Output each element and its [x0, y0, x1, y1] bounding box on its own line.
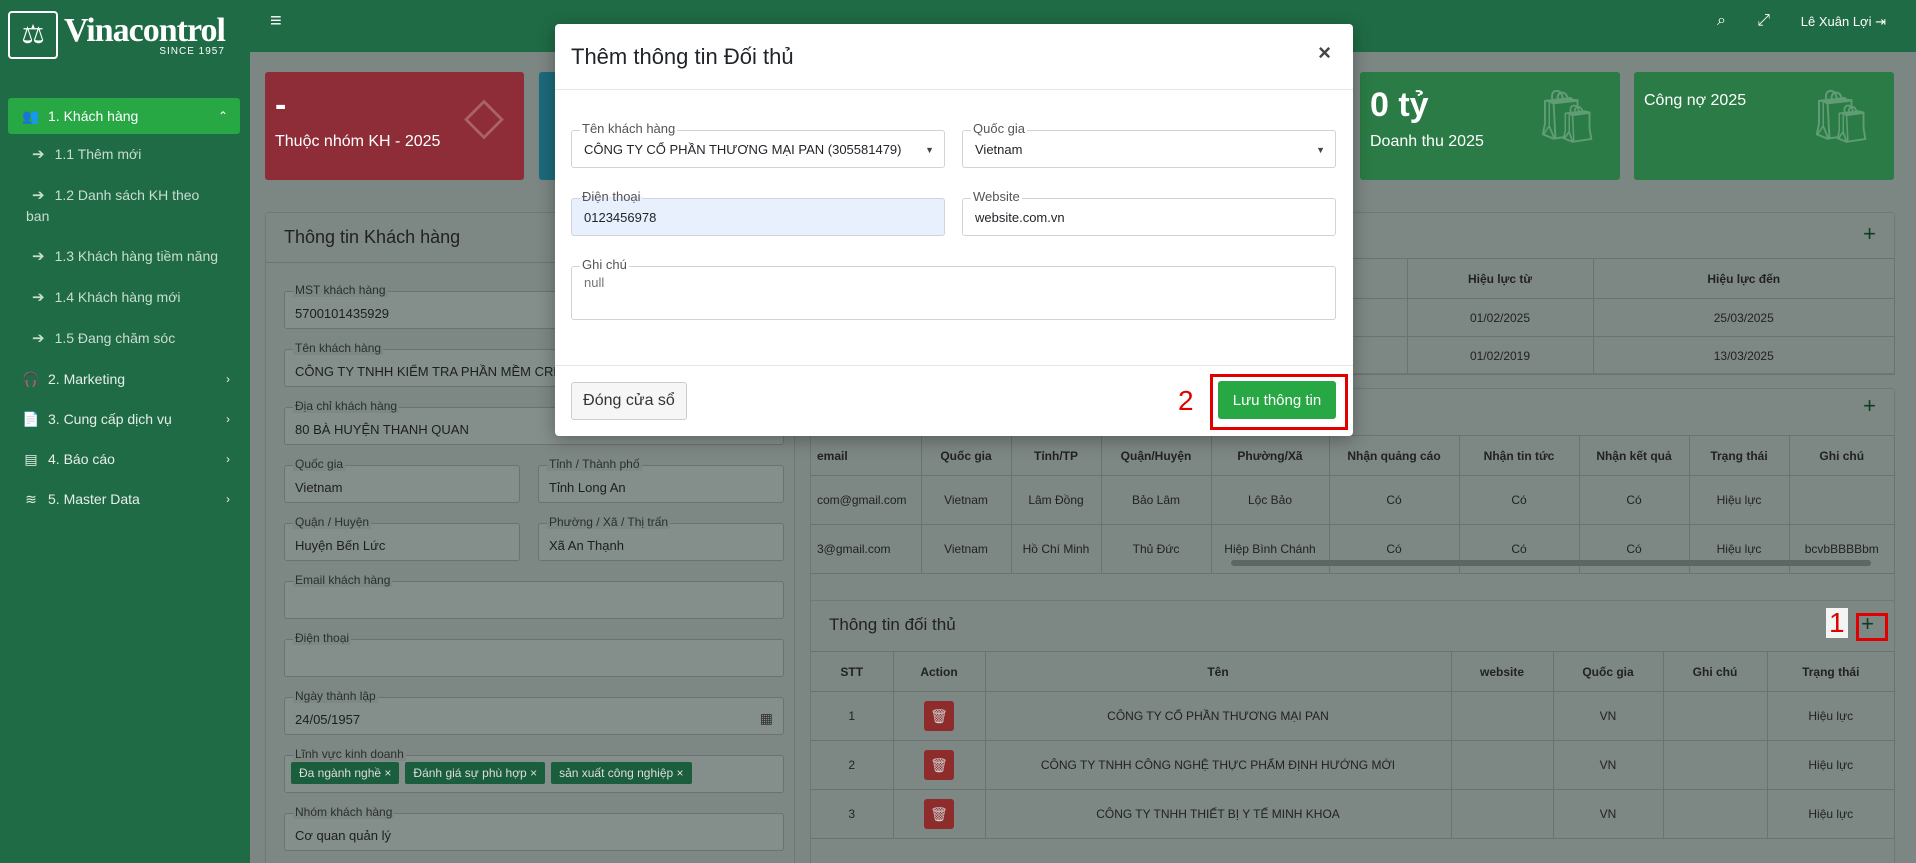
add-icon[interactable]: +	[1863, 393, 1876, 419]
stat-tile-revenue: 0 tỷ Doanh thu 2025 🛍	[1360, 72, 1620, 180]
sidebar-item-khach-hang[interactable]: 👥 1. Khách hàng ⌃	[8, 98, 240, 134]
users-icon: 👥	[22, 107, 40, 124]
table-row: 1 🗑 CÔNG TY CỔ PHẦN THƯƠNG MẠI PAN VN Hiệu l…	[811, 691, 1895, 741]
arrow-right-icon: ➔	[32, 248, 45, 265]
arrow-right-icon: ➔	[32, 330, 45, 347]
business-tag[interactable]: Đa ngành nghề ×	[291, 762, 400, 784]
country-select[interactable]: Quốc gia Vietnam ▼	[962, 121, 1336, 168]
sidebar-item-label: 1. Khách hàng	[48, 108, 139, 124]
chevron-up-icon: ⌃	[217, 109, 228, 123]
phone-input[interactable]: Điện thoại 0123456978	[571, 189, 945, 236]
stat-tile-debt: Công nợ 2025 🛍	[1634, 72, 1894, 180]
trash-icon[interactable]: 🗑	[924, 701, 954, 731]
sidebar-item-label: 3. Cung cấp dịch vụ	[48, 411, 172, 427]
table-row: com@gmail.com Vietnam Lâm Đồng Bảo Lâm Lộc B…	[811, 475, 1895, 525]
phone-field[interactable]: Điện thoại	[284, 631, 784, 677]
scales-icon: ⚖	[8, 11, 58, 59]
note-input[interactable]	[584, 275, 1325, 315]
shopping-bag-icon: 🛍	[1533, 88, 1600, 146]
chevron-right-icon: ›	[226, 412, 230, 426]
sidebar-subitem-tiem-nang[interactable]: ➔ 1.3 Khách hàng tiềm năng	[0, 236, 250, 277]
sidebar-item-bao-cao[interactable]: ▤ 4. Báo cáo ›	[0, 439, 250, 479]
chevron-right-icon: ›	[226, 492, 230, 506]
sidebar-item-label: 4. Báo cáo	[48, 451, 115, 467]
add-competitor-modal: Thêm thông tin Đối thủ × Tên khách hàng …	[555, 24, 1353, 436]
sidebar-item-dich-vu[interactable]: 📄 3. Cung cấp dịch vụ ›	[0, 399, 250, 439]
sidebar-subitem-khach-hang-moi[interactable]: ➔ 1.4 Khách hàng mới	[0, 277, 250, 318]
country-select[interactable]: Quốc gia Vietnam	[284, 457, 520, 503]
sidebar-item-label: 2. Marketing	[48, 371, 126, 387]
business-tag[interactable]: sản xuất công nghiệp ×	[551, 762, 692, 784]
close-window-button[interactable]: Đóng cửa sổ	[571, 382, 687, 420]
database-icon: ≋	[25, 490, 37, 507]
customer-name-select[interactable]: Tên khách hàng CÔNG TY CỔ PHẦN THƯƠNG MẠ…	[571, 121, 945, 168]
annotation-step-1: 1	[1826, 608, 1848, 638]
modal-header: Thêm thông tin Đối thủ ×	[555, 24, 1353, 90]
sidebar-item-master-data[interactable]: ≋ 5. Master Data ›	[0, 479, 250, 519]
brand-logo[interactable]: ⚖ Vinacontrol SINCE 1957	[0, 0, 250, 70]
annotation-highlight-add	[1856, 613, 1888, 641]
website-input[interactable]: Website website.com.vn	[962, 189, 1336, 236]
province-select[interactable]: Tỉnh / Thành phố Tỉnh Long An	[538, 457, 784, 503]
table-row: 3 🗑 CÔNG TY TNHH THIẾT BỊ Y TẾ MINH KHOA VN…	[811, 789, 1895, 839]
sidebar-subitem-cham-soc[interactable]: ➔ 1.5 Đang chăm sóc	[0, 318, 250, 359]
business-tag[interactable]: Đánh giá sự phù hợp ×	[405, 762, 546, 784]
stat-tile-group: - Thuộc nhóm KH - 2025 ◇	[265, 72, 524, 180]
sidebar-menu: 👥 1. Khách hàng ⌃ ➔ 1.1 Thêm mới ➔ 1.2 Dan…	[0, 98, 250, 519]
modal-title: Thêm thông tin Đối thủ	[571, 44, 794, 69]
shopping-bag-icon: 🛍	[1807, 88, 1874, 146]
arrow-right-icon: ➔	[32, 187, 45, 204]
note-textarea[interactable]: Ghi chú	[571, 257, 1336, 320]
sidebar-subitem-danh-sach[interactable]: ➔ 1.2 Danh sách KH theo ban	[0, 175, 250, 236]
annotation-step-2: 2	[1175, 386, 1197, 416]
modal-footer: Đóng cửa sổ 2 Lưu thông tin	[555, 365, 1353, 436]
arrow-right-icon: ➔	[32, 289, 45, 306]
add-icon[interactable]: +	[1863, 221, 1876, 247]
sidebar-item-label: 5. Master Data	[48, 491, 140, 507]
headset-icon: 🎧	[22, 370, 40, 387]
logout-icon: ⇥	[1875, 14, 1886, 29]
competitor-panel: Thông tin đối thủ + STT Action Tên website Q…	[810, 600, 1895, 863]
file-icon: 📄	[22, 410, 40, 427]
search-icon[interactable]: ⌕	[1717, 12, 1726, 30]
calendar-icon[interactable]: ▦	[760, 710, 773, 727]
user-menu[interactable]: Lê Xuân Lợi ⇥	[1801, 14, 1886, 30]
competitor-table: STT Action Tên website Quốc gia Ghi chú Trạng …	[811, 651, 1895, 839]
horizontal-scrollbar[interactable]	[811, 557, 1894, 569]
sidebar-item-marketing[interactable]: 🎧 2. Marketing ›	[0, 359, 250, 399]
panel-title: Thông tin đối thủ	[829, 615, 956, 634]
trash-icon[interactable]: 🗑	[924, 750, 954, 780]
business-field[interactable]: Lĩnh vực kinh doanh Đa ngành nghề × Đánh …	[284, 747, 784, 793]
table-row: 2 🗑 CÔNG TY TNHH CÔNG NGHỆ THỰC PHẨM ĐỊNH …	[811, 740, 1895, 790]
hamburger-icon[interactable]: ≡	[270, 10, 282, 33]
sidebar-subitem-them-moi[interactable]: ➔ 1.1 Thêm mới	[0, 134, 250, 175]
fullscreen-icon[interactable]: ⤢	[1757, 12, 1770, 30]
arrow-right-icon: ➔	[32, 146, 45, 163]
chevron-right-icon: ›	[226, 372, 230, 386]
chevron-right-icon: ›	[226, 452, 230, 466]
diamond-icon: ◇	[464, 87, 504, 145]
sidebar: ⚖ Vinacontrol SINCE 1957 👥 1. Khách hàng…	[0, 0, 250, 863]
report-icon: ▤	[24, 450, 38, 467]
district-select[interactable]: Quận / Huyện Huyện Bến Lức	[284, 515, 520, 561]
ward-select[interactable]: Phường / Xã / Thị trấn Xã An Thạnh	[538, 515, 784, 561]
trash-icon[interactable]: 🗑	[924, 799, 954, 829]
customer-group-select[interactable]: Nhóm khách hàng Cơ quan quản lý	[284, 805, 784, 851]
scrollbar-thumb[interactable]	[1231, 560, 1871, 566]
caret-down-icon: ▼	[925, 145, 934, 155]
close-icon[interactable]: ×	[1318, 40, 1331, 66]
save-info-button[interactable]: Lưu thông tin	[1218, 381, 1336, 419]
caret-down-icon: ▼	[1316, 145, 1325, 155]
brand-name: Vinacontrol	[64, 11, 226, 49]
contact-table: email Quốc gia Tỉnh/TP Quận/Huyện Phường/Xã N…	[811, 435, 1895, 574]
founded-date-field[interactable]: Ngày thành lập 24/05/1957 ▦	[284, 689, 784, 735]
email-field[interactable]: Email khách hàng	[284, 573, 784, 619]
